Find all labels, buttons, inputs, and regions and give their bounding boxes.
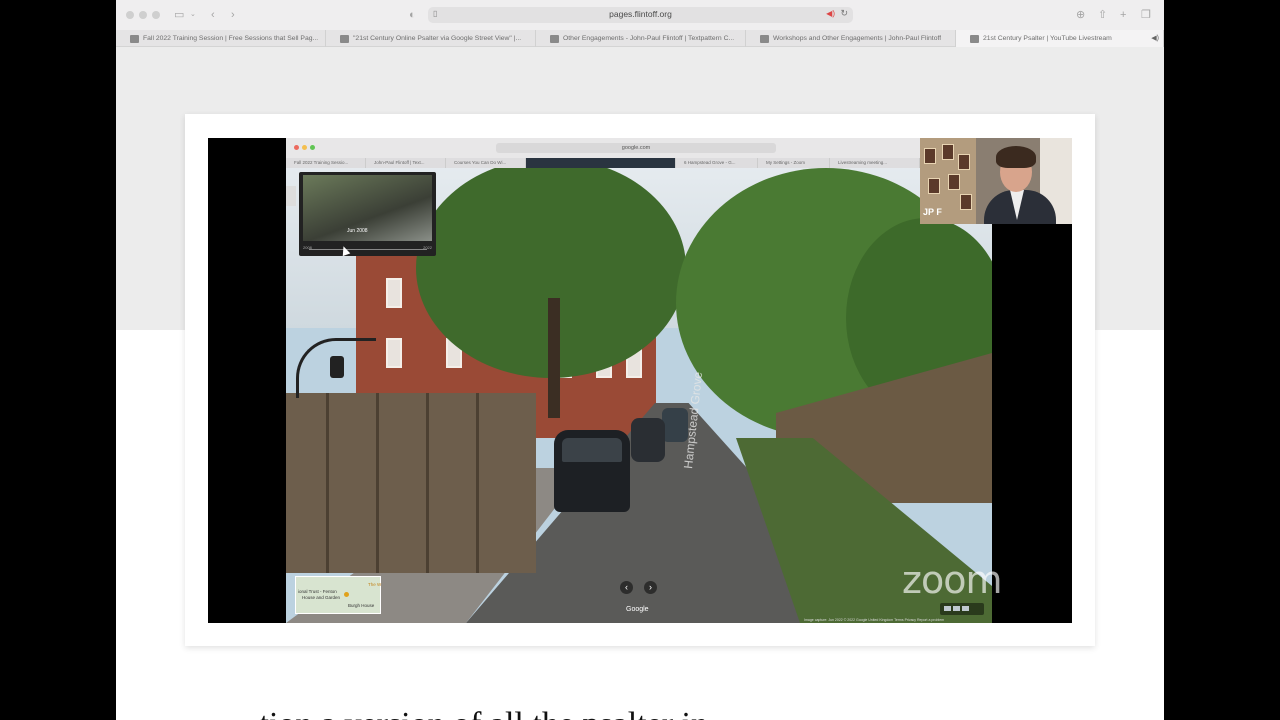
shared-tab: My Settings - Zoom (758, 158, 830, 168)
sidebar-toggle-icon[interactable]: ▭ (174, 7, 184, 23)
street-view-controls (940, 603, 984, 615)
tab-1[interactable]: Fall 2022 Training Session | Free Sessio… (116, 30, 326, 47)
participant-name: JP F (923, 207, 942, 217)
map-label: Burgh House (348, 603, 375, 608)
zoom-watermark: zoom (902, 558, 1002, 602)
zoom-window-button[interactable] (152, 11, 160, 19)
map-pin-icon (344, 592, 349, 597)
map-label: House and Garden (302, 595, 341, 600)
shared-window-controls (294, 145, 315, 150)
tab-label: 21st Century Psalter | YouTube Livestrea… (983, 35, 1112, 42)
video-player[interactable]: Hampstead Grove google.com Fall 2022 Tra… (208, 138, 1072, 623)
map-label: The W (368, 582, 382, 587)
tab-2[interactable]: "21st Century Online Psalter via Google … (326, 30, 536, 47)
tab-favicon-icon (970, 34, 979, 43)
tree-trunk (548, 298, 560, 418)
browser-toolbar: ▭ ⌄ ‹ › ◐ ▯ pages.flintoff.org ◀) ↻ ⊕ ⇧ … (116, 0, 1164, 30)
shared-tab: John-Paul Flintoff | Text... (366, 158, 446, 168)
minimize-window-button[interactable] (139, 11, 147, 19)
street-view-timeline-card: Jun 2008 2008 2022 (299, 172, 436, 256)
minimap: The W ional Trust - Fenton House and Gar… (295, 576, 381, 614)
google-watermark: Google (626, 606, 649, 613)
street-view-back-button (286, 186, 296, 206)
street-nav-left-icon: ‹ (620, 581, 633, 594)
shared-tab: Fall 2022 Training Sessio... (286, 158, 366, 168)
back-icon[interactable]: ‹ (211, 7, 215, 23)
wooden-fence (286, 393, 536, 573)
shared-browser-toolbar: google.com (286, 138, 920, 158)
shared-tab-redacted (526, 158, 676, 168)
shared-tab: Livestreaming meeting... (830, 158, 920, 168)
tab-5-active[interactable]: 21st Century Psalter | YouTube Livestrea… (956, 30, 1164, 47)
share-icon[interactable]: ⇧ (1098, 7, 1107, 23)
tab-favicon-icon (340, 34, 349, 43)
timeline-date: Jun 2008 (347, 228, 368, 234)
tab-favicon-icon (550, 34, 559, 43)
parked-car-foreground (554, 430, 630, 512)
participant-video-tile: JP F (920, 138, 1072, 224)
tab-overview-icon[interactable]: ❐ (1141, 7, 1151, 23)
lamp-icon (330, 356, 344, 378)
privacy-shield-icon[interactable]: ◐ (409, 7, 416, 23)
timeline-slider (309, 249, 427, 250)
address-bar[interactable]: ▯ pages.flintoff.org ◀) ↻ (428, 7, 853, 23)
close-window-button[interactable] (126, 11, 134, 19)
tab-favicon-icon (760, 34, 769, 43)
tab-3[interactable]: Other Engagements - John-Paul Flintoff |… (536, 30, 746, 47)
shared-tab: 6 Hampstead Grove - G... (676, 158, 758, 168)
window-controls (126, 11, 160, 19)
downloads-icon[interactable]: ⊕ (1076, 7, 1085, 23)
tab-audio-icon[interactable]: ◀) (1151, 34, 1159, 42)
forward-icon[interactable]: › (231, 7, 235, 23)
tab-label: "21st Century Online Psalter via Google … (353, 35, 522, 42)
tab-label: Fall 2022 Training Session | Free Sessio… (143, 35, 319, 42)
tab-label: Other Engagements - John-Paul Flintoff |… (563, 35, 735, 42)
page-heading-partial: ...tion a version of all the psalter in.… (234, 706, 734, 720)
participant-hair (996, 146, 1036, 168)
reload-icon[interactable]: ↻ (840, 8, 848, 19)
new-tab-icon[interactable]: + (1120, 7, 1126, 23)
street-nav-right-icon: › (644, 581, 657, 594)
tab-favicon-icon (130, 34, 139, 43)
parked-car (631, 418, 665, 462)
map-fineprint: Image capture: Jun 2022 © 2022 Google Un… (804, 618, 945, 622)
tab-label: Workshops and Other Engagements | John-P… (773, 35, 942, 42)
timeline-end-year: 2022 (423, 245, 432, 250)
url-text: pages.flintoff.org (609, 9, 672, 19)
chevron-down-icon[interactable]: ⌄ (190, 7, 196, 23)
tab-4[interactable]: Workshops and Other Engagements | John-P… (746, 30, 956, 47)
shared-tab: Courses You Can Do Wi... (446, 158, 526, 168)
shared-address-bar: google.com (496, 143, 776, 153)
tab-bar: Fall 2022 Training Session | Free Sessio… (116, 30, 1164, 47)
audio-playing-icon[interactable]: ◀) (826, 9, 835, 18)
shared-tab-bar: Fall 2022 Training Sessio... John-Paul F… (286, 158, 920, 168)
map-label: ional Trust - Fenton (298, 589, 337, 594)
